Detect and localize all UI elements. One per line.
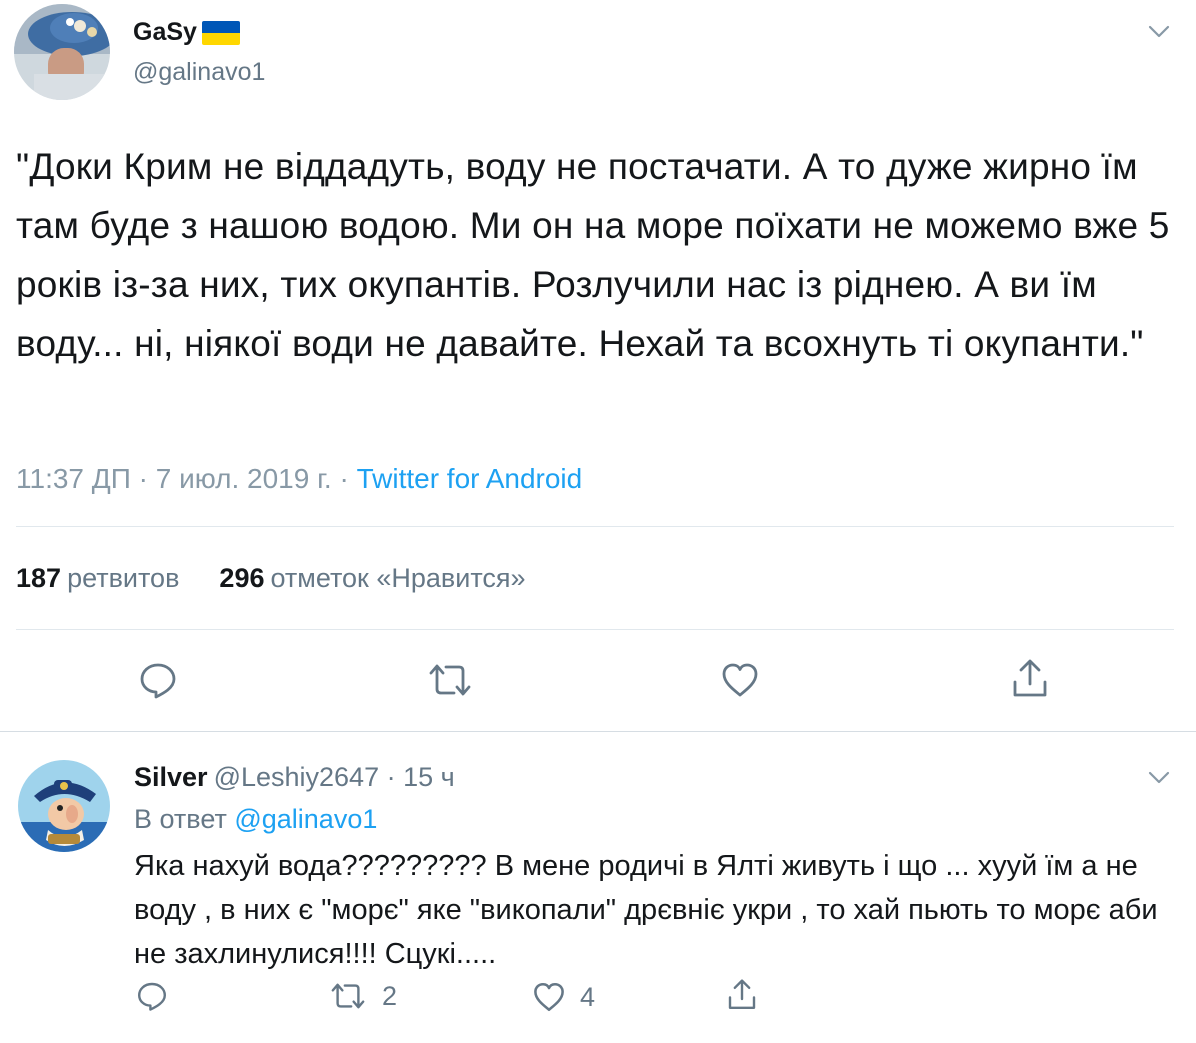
tweet-date[interactable]: 7 июл. 2019 г. <box>156 463 332 494</box>
chevron-down-icon[interactable] <box>1146 764 1172 790</box>
reply-to-label: В ответ <box>134 804 227 834</box>
retweets-count: 187 <box>16 563 62 593</box>
reply-to-mention[interactable]: @galinavo1 <box>234 804 377 834</box>
display-name[interactable]: GaSy <box>133 18 240 47</box>
share-icon <box>728 979 756 1010</box>
like-button[interactable] <box>720 660 760 700</box>
display-name-text: GaSy <box>133 18 197 46</box>
share-button[interactable] <box>726 978 758 1012</box>
retweet-button[interactable]: 2 <box>328 980 397 1012</box>
reply-tweet: Silver @Leshiy2647 · 15 ч В ответ @galina… <box>0 732 1196 1043</box>
reply-header: Silver @Leshiy2647 · 15 ч <box>134 762 455 793</box>
retweets-stat[interactable]: 187 ретвитов <box>16 563 179 594</box>
reply-text: Яка нахуй вода????????? В мене родичі в … <box>134 850 1158 970</box>
avatar[interactable] <box>14 4 110 100</box>
retweet-icon <box>331 983 365 1009</box>
comment-icon <box>138 982 166 1011</box>
likes-stat[interactable]: 296 отметок «Нравится» <box>219 563 525 594</box>
tweet-time: 11:37 ДП <box>16 463 131 494</box>
main-tweet: GaSy @galinavo1 "Доки Крим не віддадуть,… <box>0 0 1196 730</box>
chevron-down-icon[interactable] <box>1146 18 1172 44</box>
tweet-text: "Доки Крим не віддадуть, воду не постача… <box>16 146 1170 364</box>
meta-separator: · <box>130 463 156 494</box>
retweet-count: 2 <box>382 980 398 1011</box>
reply-button[interactable] <box>136 980 168 1012</box>
ukraine-flag-icon <box>201 20 240 45</box>
likes-count: 296 <box>219 563 265 593</box>
tweet-source-link[interactable]: Twitter for Android <box>357 463 583 494</box>
reply-time[interactable]: 15 ч <box>403 762 455 792</box>
like-count: 4 <box>580 981 596 1012</box>
share-icon <box>1013 659 1047 697</box>
divider <box>16 526 1174 527</box>
likes-label: отметок «Нравится» <box>270 563 526 593</box>
share-button[interactable] <box>1010 658 1050 700</box>
display-name[interactable]: Silver <box>134 762 208 792</box>
avatar[interactable] <box>18 760 110 852</box>
tweet-stats: 187 ретвитов 296 отметок «Нравится» <box>16 563 526 594</box>
reply-button[interactable] <box>138 660 178 700</box>
meta-separator: · <box>331 463 357 494</box>
reply-to-line: В ответ @galinavo1 <box>134 804 377 835</box>
comment-icon <box>140 663 176 699</box>
retweets-label: ретвитов <box>67 563 180 593</box>
meta-separator: · <box>379 762 404 792</box>
retweet-icon <box>429 664 471 696</box>
retweet-button[interactable] <box>426 660 474 700</box>
like-button[interactable]: 4 <box>532 980 595 1014</box>
user-handle[interactable]: @galinavo1 <box>133 58 265 87</box>
user-handle[interactable]: @Leshiy2647 <box>214 762 380 792</box>
divider <box>16 629 1174 630</box>
tweet-meta: 11:37 ДП · 7 июл. 2019 г. · Twitter for … <box>16 463 582 495</box>
heart-icon <box>534 982 564 1012</box>
heart-icon <box>722 663 758 697</box>
